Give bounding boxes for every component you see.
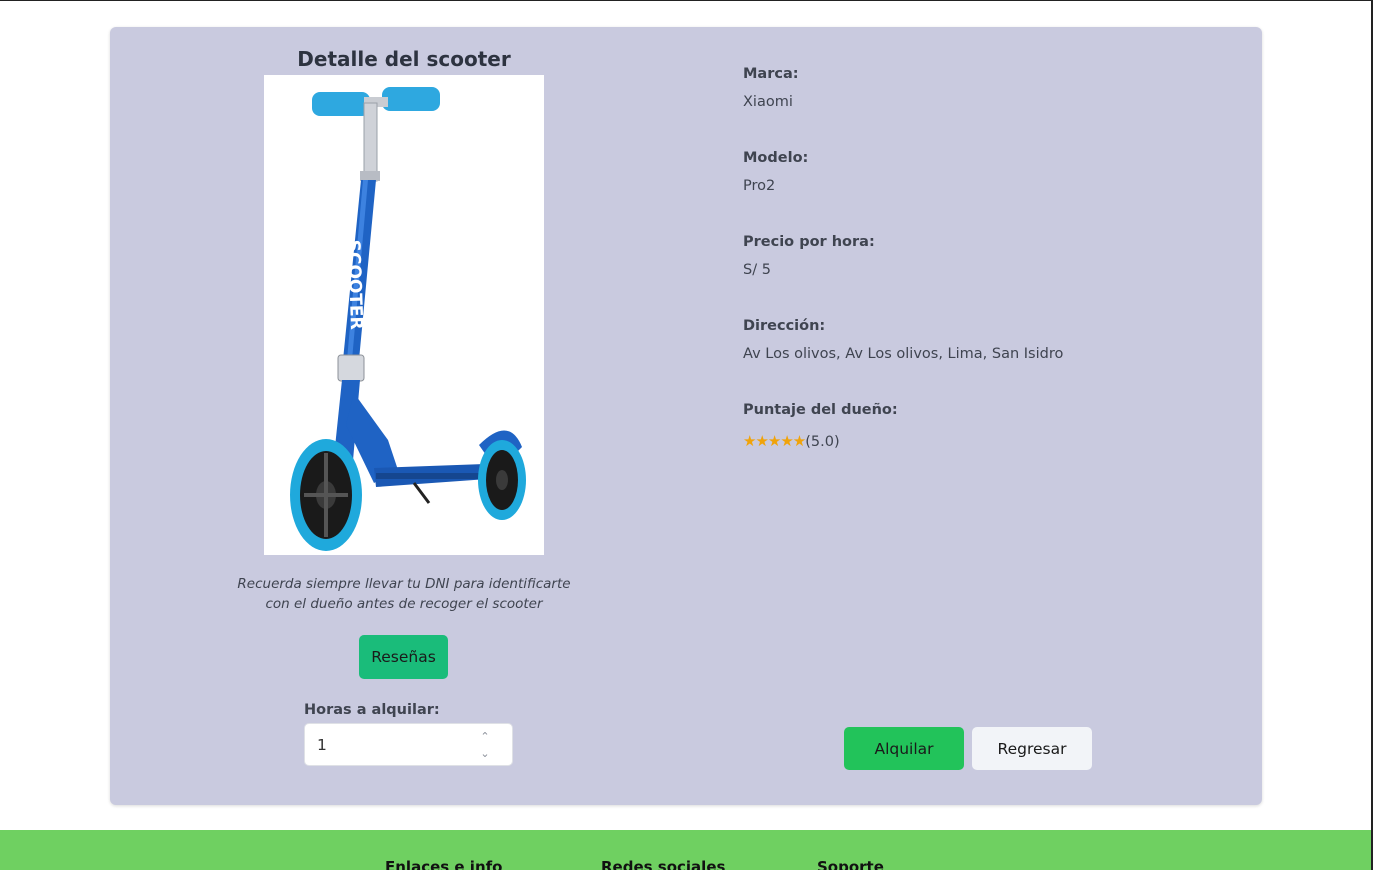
brand-value: Xiaomi: [743, 94, 793, 110]
owner-score-value: (5.0): [805, 434, 840, 450]
address-label: Dirección:: [743, 318, 826, 334]
price-value: S/ 5: [743, 262, 771, 278]
owner-score-label: Puntaje del dueño:: [743, 402, 898, 418]
model-label: Modelo:: [743, 150, 809, 166]
hours-label: Horas a alquilar:: [304, 702, 440, 718]
dni-reminder-note: Recuerda siempre llevar tu DNI para iden…: [237, 576, 571, 612]
price-label: Precio por hora:: [743, 234, 875, 250]
owner-rating: ★★★★★(5.0): [743, 432, 840, 450]
scooter-image: SCOOTER: [264, 75, 544, 555]
footer-support-heading: Soporte: [817, 858, 884, 870]
footer-social-heading: Redes sociales: [601, 858, 726, 870]
chevron-up-icon[interactable]: ⌃: [477, 728, 493, 745]
brand-label: Marca:: [743, 66, 799, 82]
hours-stepper: ⌃ ⌄: [304, 723, 513, 766]
chevron-down-icon[interactable]: ⌄: [477, 745, 493, 762]
hours-spinner: ⌃ ⌄: [477, 728, 493, 762]
footer: Enlaces e info Redes sociales Soporte: [0, 830, 1371, 870]
scooter-detail-card: Detalle del scooter SCOOTER Recuerda sie…: [110, 27, 1262, 805]
footer-links-heading: Enlaces e info: [385, 858, 503, 870]
back-button[interactable]: Regresar: [972, 727, 1092, 770]
detail-left-column: Detalle del scooter SCOOTER Recuerda sie…: [110, 27, 698, 805]
address-value: Av Los olivos, Av Los olivos, Lima, San …: [743, 346, 1064, 362]
star-rating-icon: ★★★★★: [743, 432, 806, 450]
reviews-button[interactable]: Reseñas: [359, 635, 448, 679]
detail-right-column: Marca: Xiaomi Modelo: Pro2 Precio por ho…: [743, 27, 1243, 805]
rent-button[interactable]: Alquilar: [844, 727, 964, 770]
page-title: Detalle del scooter: [297, 47, 511, 71]
hours-input[interactable]: [305, 724, 475, 765]
svg-text:SCOOTER: SCOOTER: [343, 239, 366, 330]
model-value: Pro2: [743, 178, 776, 194]
